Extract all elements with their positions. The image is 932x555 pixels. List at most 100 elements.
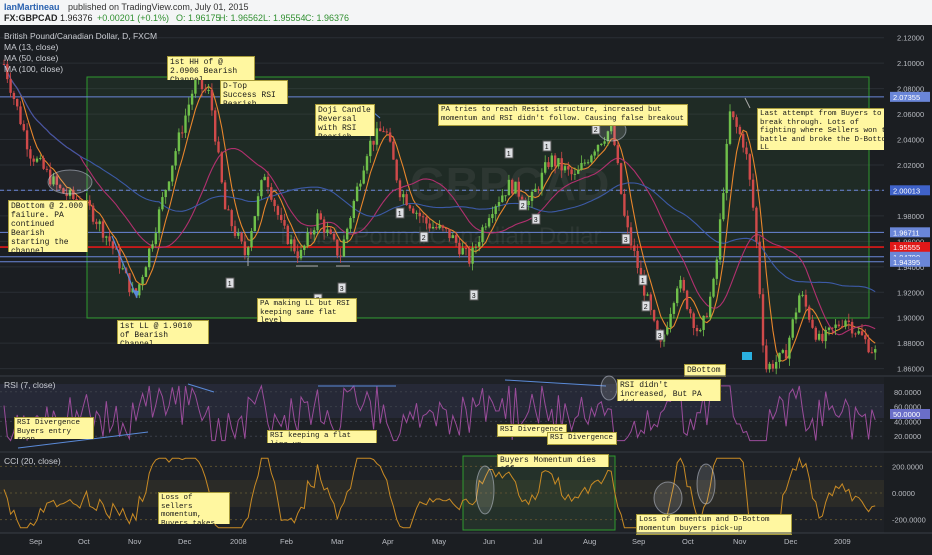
candle-body[interactable] xyxy=(461,248,464,255)
candle-body[interactable] xyxy=(544,162,547,173)
candle-body[interactable] xyxy=(553,155,557,167)
candle-body[interactable] xyxy=(583,162,586,164)
candle-body[interactable] xyxy=(95,221,98,225)
candle-body[interactable] xyxy=(699,329,702,332)
candle-body[interactable] xyxy=(309,232,313,235)
candle-body[interactable] xyxy=(794,312,798,320)
candle-body[interactable] xyxy=(306,232,309,246)
candle-body[interactable] xyxy=(511,179,514,194)
candle-body[interactable] xyxy=(316,213,319,231)
candle-body[interactable] xyxy=(431,226,435,229)
candle-body[interactable] xyxy=(715,259,718,279)
candle-body[interactable] xyxy=(507,179,511,196)
candle-body[interactable] xyxy=(237,232,240,236)
candle-body[interactable] xyxy=(425,217,428,224)
candle-body[interactable] xyxy=(550,155,553,167)
candle-body[interactable] xyxy=(464,248,468,250)
candle-body[interactable] xyxy=(573,173,577,175)
candle-body[interactable] xyxy=(557,158,560,167)
note-rsi-not[interactable]: RSI didn't increased, But PA did. xyxy=(617,379,721,401)
candle-body[interactable] xyxy=(336,239,339,256)
candle-body[interactable] xyxy=(445,227,448,230)
candle-body[interactable] xyxy=(471,247,474,264)
candle-body[interactable] xyxy=(682,279,685,291)
candle-body[interactable] xyxy=(494,206,497,215)
candle-body[interactable] xyxy=(230,210,233,227)
candle-body[interactable] xyxy=(402,194,405,198)
candle-body[interactable] xyxy=(860,331,864,336)
candle-body[interactable] xyxy=(474,246,478,248)
candle-body[interactable] xyxy=(623,193,626,216)
candle-body[interactable] xyxy=(289,239,293,244)
candle-body[interactable] xyxy=(412,208,415,214)
note-doji[interactable]: Doji Candle Reversal with RSI Bearish xyxy=(315,104,375,136)
candle-body[interactable] xyxy=(712,278,715,297)
note-first-ll[interactable]: 1st LL @ 1.9010 of Bearish Channel xyxy=(117,320,209,344)
note-dbottom[interactable]: DBottom @ 2.000 failure. PA continued Be… xyxy=(8,200,88,252)
candle-body[interactable] xyxy=(874,349,877,353)
candle-body[interactable] xyxy=(679,279,682,289)
candle-body[interactable] xyxy=(761,294,765,346)
candle-body[interactable] xyxy=(207,89,210,91)
candle-body[interactable] xyxy=(293,239,296,252)
candle-body[interactable] xyxy=(220,152,223,183)
candle-body[interactable] xyxy=(867,339,870,353)
candle-body[interactable] xyxy=(438,225,441,229)
candle-body[interactable] xyxy=(563,166,567,171)
candle-body[interactable] xyxy=(164,189,167,198)
candle-body[interactable] xyxy=(12,92,16,99)
candle-body[interactable] xyxy=(732,111,735,118)
candle-body[interactable] xyxy=(666,327,669,335)
legend-ma100[interactable]: MA (100, close) xyxy=(4,64,63,74)
candle-body[interactable] xyxy=(388,132,392,142)
cci-ellipse-3[interactable] xyxy=(696,463,716,505)
candle-body[interactable] xyxy=(303,245,306,250)
candle-body[interactable] xyxy=(296,251,299,259)
candle-body[interactable] xyxy=(487,218,491,227)
candle-body[interactable] xyxy=(45,168,49,170)
candle-body[interactable] xyxy=(824,329,827,342)
candle-body[interactable] xyxy=(580,162,583,170)
candle-body[interactable] xyxy=(365,156,369,171)
candle-body[interactable] xyxy=(755,207,758,242)
candle-body[interactable] xyxy=(167,181,171,190)
note-rsi-div3[interactable]: RSI Divergence xyxy=(547,432,617,445)
candle-body[interactable] xyxy=(570,169,573,175)
candle-body[interactable] xyxy=(256,196,260,217)
candle-body[interactable] xyxy=(379,128,382,132)
candle-body[interactable] xyxy=(540,172,544,190)
candle-body[interactable] xyxy=(266,176,270,188)
candle-body[interactable] xyxy=(791,319,794,338)
candle-body[interactable] xyxy=(22,124,25,131)
candle-body[interactable] xyxy=(171,165,174,182)
candle-body[interactable] xyxy=(273,199,276,207)
candle-body[interactable] xyxy=(204,89,207,91)
candle-body[interactable] xyxy=(359,183,362,187)
candle-body[interactable] xyxy=(88,200,91,206)
candle-body[interactable] xyxy=(448,229,451,239)
candle-body[interactable] xyxy=(174,151,177,166)
candle-body[interactable] xyxy=(42,157,45,169)
candle-body[interactable] xyxy=(395,159,398,181)
candle-body[interactable] xyxy=(9,79,12,93)
candle-body[interactable] xyxy=(91,205,95,222)
candle-body[interactable] xyxy=(636,250,639,268)
candle-body[interactable] xyxy=(728,111,732,144)
candle-body[interactable] xyxy=(745,147,748,155)
candle-body[interactable] xyxy=(718,219,722,260)
note-loss-sellers[interactable]: Loss of sellers momentum, Buyers takes o… xyxy=(158,492,230,524)
candle-body[interactable] xyxy=(398,180,402,198)
candle-body[interactable] xyxy=(798,295,801,313)
candle-body[interactable] xyxy=(841,326,844,328)
candle-body[interactable] xyxy=(527,200,530,206)
candle-body[interactable] xyxy=(560,158,563,171)
candle-body[interactable] xyxy=(847,320,850,322)
candle-body[interactable] xyxy=(501,195,504,203)
candle-body[interactable] xyxy=(590,155,593,163)
candle-body[interactable] xyxy=(619,163,623,194)
candle-body[interactable] xyxy=(16,98,19,107)
candle-body[interactable] xyxy=(751,179,755,208)
candle-body[interactable] xyxy=(177,132,181,152)
candle-body[interactable] xyxy=(247,247,250,256)
candle-body[interactable] xyxy=(626,215,629,228)
